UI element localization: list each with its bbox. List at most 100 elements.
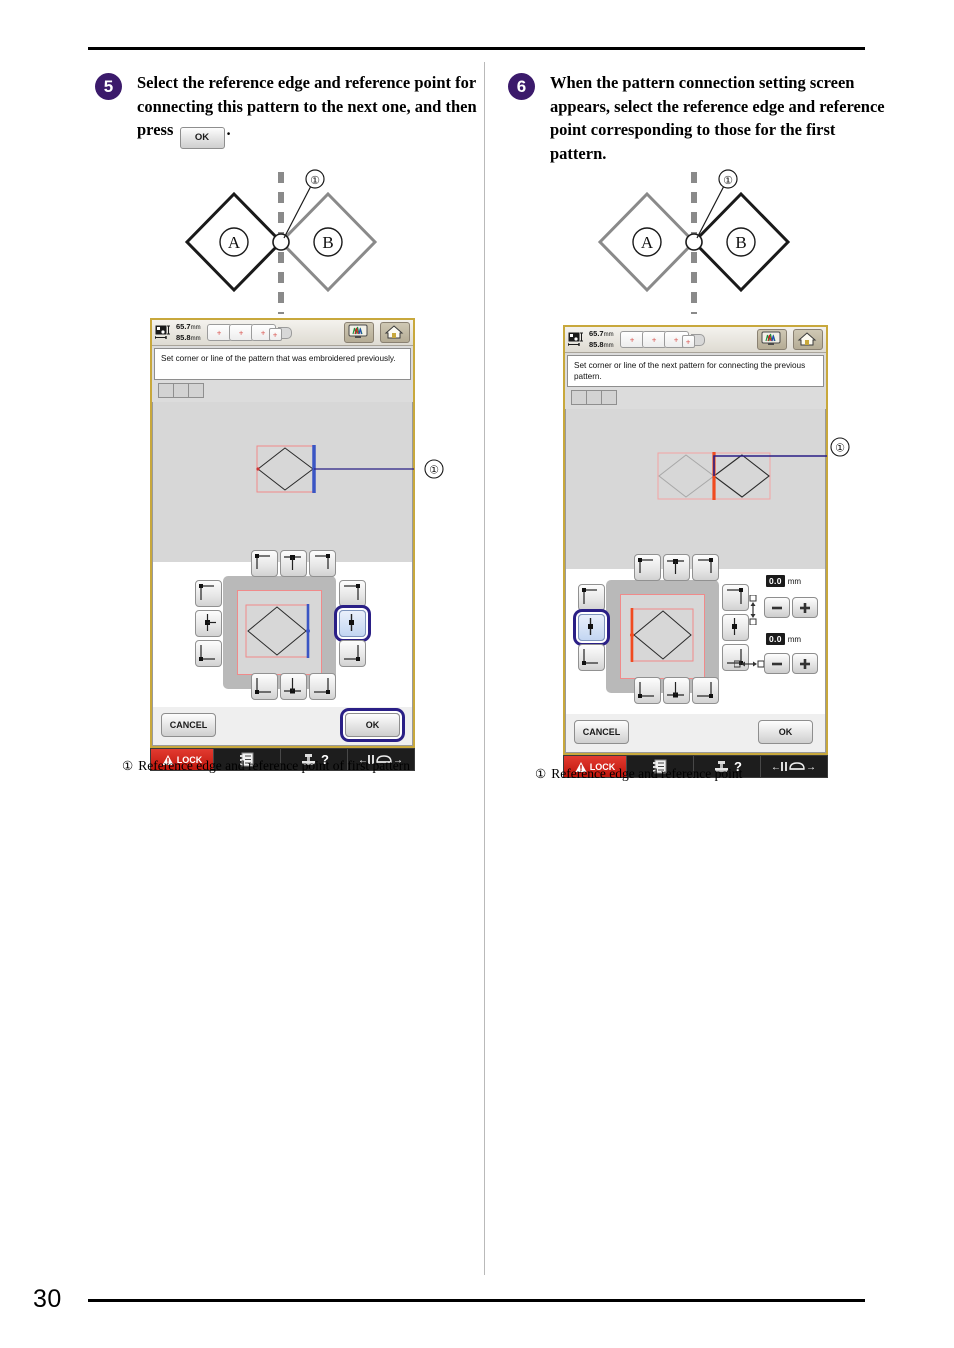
edge-button-left-middle[interactable]	[195, 610, 222, 637]
caption-text: Reference edge and reference point of fi…	[138, 758, 410, 773]
spool-1: +	[619, 331, 645, 348]
step-5-text-after: .	[226, 120, 231, 139]
edge-selector-panel	[152, 550, 413, 707]
hoop-width-unit: mm	[603, 331, 614, 338]
spool-2: +	[641, 331, 667, 348]
diagram-label-a: A	[641, 233, 654, 252]
hoop-position-icon: ← →	[771, 762, 816, 773]
edge-button-right-top[interactable]	[722, 584, 749, 611]
step-5-screen-callout: ①	[424, 459, 444, 479]
edge-button-top-right[interactable]	[309, 550, 336, 577]
edge-button-left-top[interactable]	[578, 584, 605, 611]
grid-center-preview	[620, 594, 705, 679]
page-chip-3[interactable]	[188, 383, 204, 398]
edge-button-left-bottom[interactable]	[578, 644, 605, 671]
edge-button-bottom-right[interactable]	[309, 673, 336, 700]
edge-button-right-bottom[interactable]	[339, 640, 366, 667]
thread-spool-indicators[interactable]: + + + +	[619, 331, 705, 348]
step-6-screen-callout: ①	[830, 437, 850, 457]
hoop-dimensions: 65.7mm 85.8mm	[589, 329, 614, 351]
svg-text:→: →	[806, 762, 816, 773]
horizontal-offset-icon	[733, 657, 765, 676]
ok-button[interactable]: OK	[345, 713, 400, 737]
edge-button-bottom-left[interactable]	[251, 673, 278, 700]
vertical-offset-minus-button[interactable]	[764, 597, 790, 618]
step-6-number: 6	[508, 73, 535, 100]
screen-button-row: CANCEL OK	[565, 714, 826, 753]
inline-ok-button[interactable]: OK	[179, 127, 225, 149]
hoop-dimensions: 65.7mm 85.8mm	[176, 322, 201, 344]
edge-button-right-middle-selected[interactable]	[339, 610, 366, 637]
pattern-canvas[interactable]	[152, 402, 414, 562]
caption-text: Reference edge and reference point	[551, 766, 743, 781]
pattern-canvas[interactable]	[565, 409, 827, 569]
edge-button-bottom-right[interactable]	[692, 677, 719, 704]
page-chip-1[interactable]	[571, 390, 587, 405]
hoop-width: 65.7	[589, 328, 604, 338]
page-chip-1[interactable]	[158, 383, 174, 398]
caption-marker: ①	[535, 767, 547, 781]
ok-button[interactable]: OK	[758, 720, 813, 744]
edge-button-top-right[interactable]	[692, 554, 719, 581]
edge-button-top-left[interactable]	[251, 550, 278, 577]
screen-button-row: CANCEL OK	[152, 707, 413, 746]
page-chips[interactable]	[158, 383, 413, 398]
vertical-offset-number: 0.0	[766, 575, 785, 587]
horizontal-offset-minus-button[interactable]	[764, 653, 790, 674]
cancel-button[interactable]: CANCEL	[574, 720, 629, 744]
edge-button-bottom-center[interactable]	[280, 673, 307, 700]
vertical-offset-icon	[746, 594, 760, 630]
thread-preview-button[interactable]	[344, 322, 374, 343]
home-button[interactable]	[793, 329, 823, 350]
horizontal-offset-number: 0.0	[766, 633, 785, 645]
top-rule	[88, 47, 865, 50]
home-button[interactable]	[380, 322, 410, 343]
edge-button-top-left[interactable]	[634, 554, 661, 581]
spool-2: +	[228, 324, 254, 341]
hoop-size-icon	[567, 332, 585, 347]
edge-button-left-bottom[interactable]	[195, 640, 222, 667]
hoop-height: 85.8	[589, 339, 604, 349]
edge-button-right-top[interactable]	[339, 580, 366, 607]
vertical-offset-unit: mm	[787, 576, 802, 586]
screen-topbar: 65.7mm 85.8mm + + + +	[152, 320, 413, 346]
spool-1: +	[206, 324, 232, 341]
screen-message: Set corner or line of the next pattern f…	[567, 355, 824, 387]
thread-preview-button[interactable]	[757, 329, 787, 350]
hoop-width: 65.7	[176, 321, 191, 331]
edge-button-bottom-left[interactable]	[634, 677, 661, 704]
screen-frame: 65.7mm 85.8mm + + + + Set corner or line…	[150, 318, 415, 748]
spool-4-active: +	[681, 335, 695, 348]
step-5-number: 5	[95, 73, 122, 100]
diagram-label-b: B	[322, 233, 333, 252]
edge-selector-panel: 0.0 mm 0.0 mm	[565, 554, 826, 714]
hoop-move-button[interactable]: ← →	[761, 756, 827, 777]
spool-4-active: +	[268, 328, 282, 341]
vertical-offset-plus-button[interactable]	[792, 597, 818, 618]
edge-button-top-center[interactable]	[663, 554, 690, 581]
diagram-callout-1: ①	[723, 175, 733, 187]
page-chip-2[interactable]	[173, 383, 189, 398]
thread-spool-indicators[interactable]: + + + +	[206, 324, 292, 341]
screen-message: Set corner or line of the pattern that w…	[154, 348, 411, 380]
edge-button-left-top[interactable]	[195, 580, 222, 607]
diagram-reference-point	[272, 233, 290, 251]
diagram-callout-1: ①	[310, 175, 320, 187]
page-chips[interactable]	[571, 390, 826, 405]
diagram-reference-point	[685, 233, 703, 251]
edge-button-left-middle-selected[interactable]	[578, 614, 605, 641]
svg-text:①: ①	[429, 465, 439, 477]
page-number: 30	[33, 1285, 62, 1313]
edge-button-top-center[interactable]	[280, 550, 307, 577]
edge-button-bottom-center[interactable]	[663, 677, 690, 704]
page-chip-3[interactable]	[601, 390, 617, 405]
hoop-height-unit: mm	[190, 335, 201, 342]
edge-button-right-middle[interactable]	[722, 614, 749, 641]
horizontal-offset-plus-button[interactable]	[792, 653, 818, 674]
hoop-size-icon	[154, 325, 172, 340]
page-chip-2[interactable]	[586, 390, 602, 405]
step-5-machine-screen: 65.7mm 85.8mm + + + + Set corner or line…	[150, 318, 415, 771]
cancel-button[interactable]: CANCEL	[161, 713, 216, 737]
manual-page: 30 5 Select the reference edge and refer…	[0, 0, 954, 1348]
grid-center-preview	[237, 590, 322, 675]
